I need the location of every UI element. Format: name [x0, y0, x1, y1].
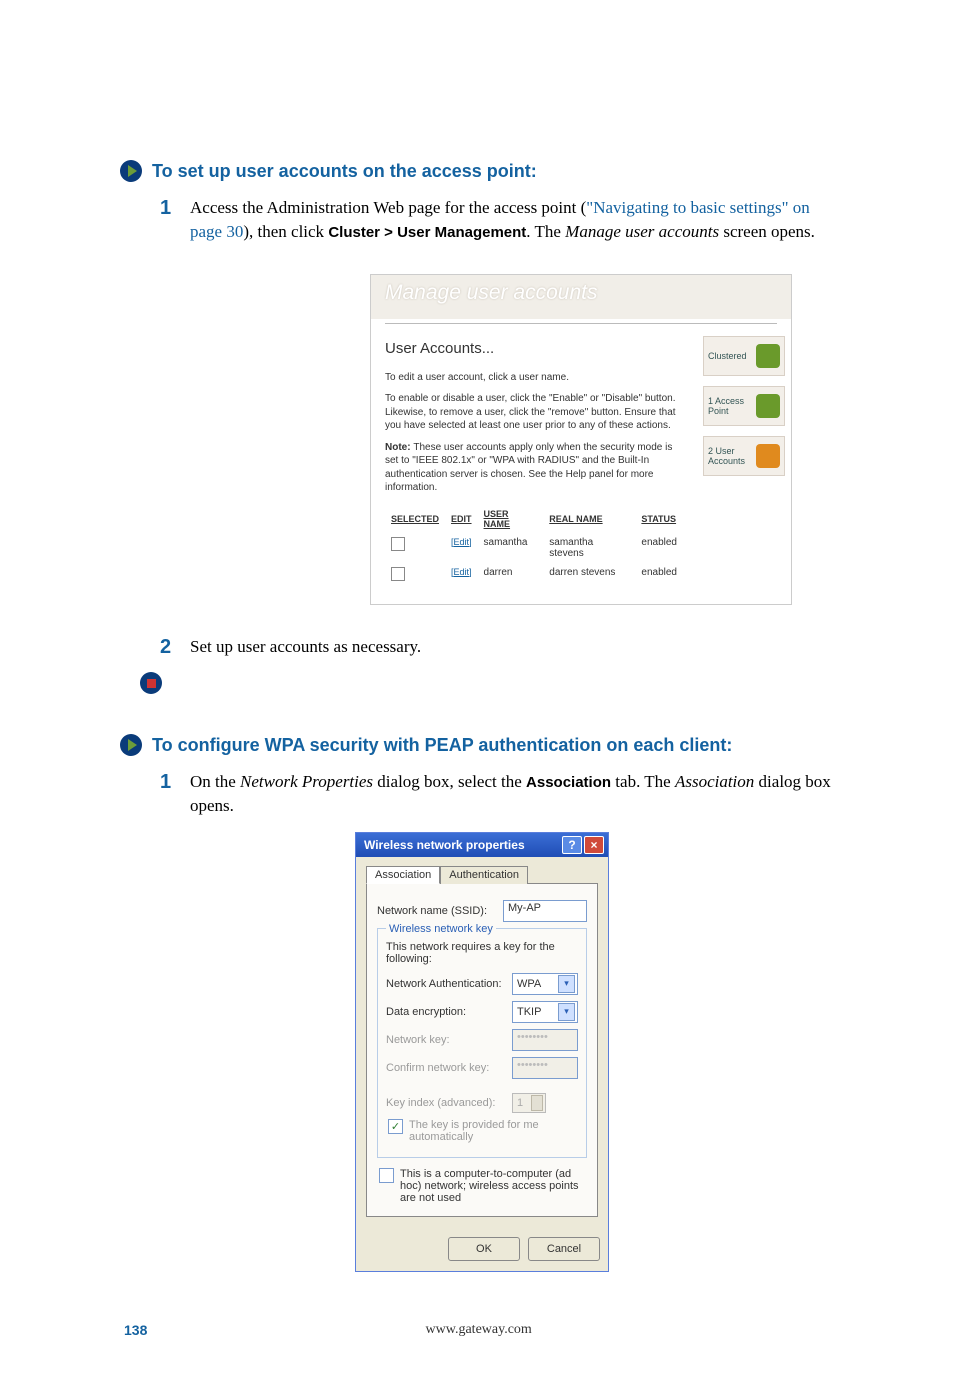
close-icon[interactable]: ×	[584, 836, 604, 854]
shot1-title: Manage user accounts	[385, 281, 777, 305]
key-index-label: Key index (advanced):	[386, 1097, 506, 1109]
ua-p1: To edit a user account, click a user nam…	[385, 371, 683, 385]
stop-icon	[140, 672, 162, 694]
side-clustered-label: Clustered	[708, 351, 747, 361]
chevron-down-icon[interactable]: ▾	[558, 1003, 575, 1021]
s2-text-a: On the	[190, 772, 240, 791]
th-real[interactable]: Real Name	[543, 505, 635, 533]
ok-button[interactable]: OK	[448, 1237, 520, 1261]
step1-body: Access the Administration Web page for t…	[190, 196, 844, 244]
step-number-1: 1	[160, 198, 176, 244]
chevron-down-icon[interactable]: ▾	[558, 975, 575, 993]
step1-italic: Manage user accounts	[565, 222, 719, 241]
footer-url: www.gateway.com	[426, 1322, 532, 1338]
cancel-button[interactable]: Cancel	[528, 1237, 600, 1261]
confirm-key-input: ••••••••	[512, 1057, 578, 1079]
dialog-title: Wireless network properties	[364, 838, 525, 852]
section1-title: To set up user accounts on the access po…	[152, 161, 537, 182]
side-ap-label: 1 AccessPoint	[708, 396, 744, 416]
ua-note-text: These user accounts apply only when the …	[385, 442, 672, 494]
step1-text-a: Access the Administration Web page for t…	[190, 198, 586, 217]
users-icon	[756, 444, 780, 468]
data-enc-value: TKIP	[517, 1006, 541, 1018]
wireless-key-legend: Wireless network key	[386, 923, 496, 935]
step1-text-d: screen opens.	[719, 222, 815, 241]
confirm-key-label: Confirm network key:	[386, 1062, 506, 1074]
play-icon	[120, 734, 142, 756]
th-selected[interactable]: Selected	[385, 505, 445, 533]
association-panel: Network name (SSID): My-AP Wireless netw…	[366, 883, 598, 1217]
net-auth-select[interactable]: WPA ▾	[512, 973, 578, 995]
cell-user[interactable]: samantha	[478, 533, 544, 563]
s2-italic1: Network Properties	[240, 772, 373, 791]
auto-key-label: The key is provided for me automatically	[409, 1119, 576, 1143]
s2-bold: Association	[526, 774, 611, 791]
side-clustered[interactable]: Clustered	[703, 336, 785, 376]
cell-real: darren stevens	[543, 563, 635, 588]
network-key-input: ••••••••	[512, 1029, 578, 1051]
step-number-2: 2	[160, 637, 176, 659]
s2-text-c: tab. The	[611, 772, 675, 791]
row-checkbox[interactable]	[391, 567, 405, 581]
th-user[interactable]: User Name	[478, 505, 544, 533]
step-number-1: 1	[160, 772, 176, 818]
wireless-network-properties-dialog: Wireless network properties ? × Associat…	[355, 832, 609, 1272]
help-icon[interactable]: ?	[562, 836, 582, 854]
ua-note-label: Note:	[385, 442, 413, 453]
key-index-stepper: 1	[512, 1093, 546, 1113]
cell-real: samantha stevens	[543, 533, 635, 563]
ua-p2: To enable or disable a user, click the "…	[385, 392, 683, 433]
page-footer: 138 www.gateway.com	[120, 1322, 844, 1338]
step2-body: Set up user accounts as necessary.	[190, 635, 421, 659]
th-edit[interactable]: Edit	[445, 505, 478, 533]
table-row: [Edit] samantha samantha stevens enabled	[385, 533, 683, 563]
edit-link[interactable]: [Edit]	[451, 537, 472, 547]
key-index-value: 1	[517, 1097, 523, 1109]
tab-association[interactable]: Association	[366, 866, 440, 884]
side-user-accounts[interactable]: 2 UserAccounts	[703, 436, 785, 476]
step1-bold: Cluster > User Management	[328, 224, 526, 241]
user-accounts-table: Selected Edit User Name Real Name Status…	[385, 505, 683, 588]
data-enc-label: Data encryption:	[386, 1006, 506, 1018]
step1-text-b: ), then click	[243, 222, 328, 241]
net-auth-value: WPA	[517, 978, 541, 990]
legend-subtext: This network requires a key for the foll…	[386, 941, 578, 965]
section2-title: To configure WPA security with PEAP auth…	[152, 735, 732, 756]
step1-text-c: . The	[526, 222, 565, 241]
cluster-icon	[756, 344, 780, 368]
adhoc-label: This is a computer-to-computer (ad hoc) …	[400, 1168, 585, 1204]
cell-status: enabled	[635, 563, 683, 588]
access-point-icon	[756, 394, 780, 418]
side-users-label: 2 UserAccounts	[708, 446, 745, 466]
data-enc-select[interactable]: TKIP ▾	[512, 1001, 578, 1023]
cell-status: enabled	[635, 533, 683, 563]
user-accounts-heading: User Accounts...	[385, 340, 683, 357]
tab-authentication[interactable]: Authentication	[440, 866, 528, 884]
network-key-label: Network key:	[386, 1034, 506, 1046]
spinner-icon	[531, 1095, 543, 1111]
ssid-label: Network name (SSID):	[377, 905, 497, 917]
ua-p3: Note: These user accounts apply only whe…	[385, 441, 683, 495]
edit-link[interactable]: [Edit]	[451, 567, 472, 577]
side-access-point[interactable]: 1 AccessPoint	[703, 386, 785, 426]
manage-user-accounts-screenshot: Manage user accounts User Accounts... To…	[370, 274, 792, 605]
section2-step1-body: On the Network Properties dialog box, se…	[190, 770, 844, 818]
cell-user[interactable]: darren	[478, 563, 544, 588]
adhoc-checkbox[interactable]	[379, 1168, 394, 1183]
play-icon	[120, 160, 142, 182]
s2-italic2: Association	[675, 772, 754, 791]
s2-text-b: dialog box, select the	[373, 772, 526, 791]
net-auth-label: Network Authentication:	[386, 978, 506, 990]
th-status[interactable]: Status	[635, 505, 683, 533]
auto-key-checkbox: ✓	[388, 1119, 403, 1134]
page-number: 138	[124, 1322, 147, 1338]
ssid-input[interactable]: My-AP	[503, 900, 587, 922]
row-checkbox[interactable]	[391, 537, 405, 551]
table-row: [Edit] darren darren stevens enabled	[385, 563, 683, 588]
